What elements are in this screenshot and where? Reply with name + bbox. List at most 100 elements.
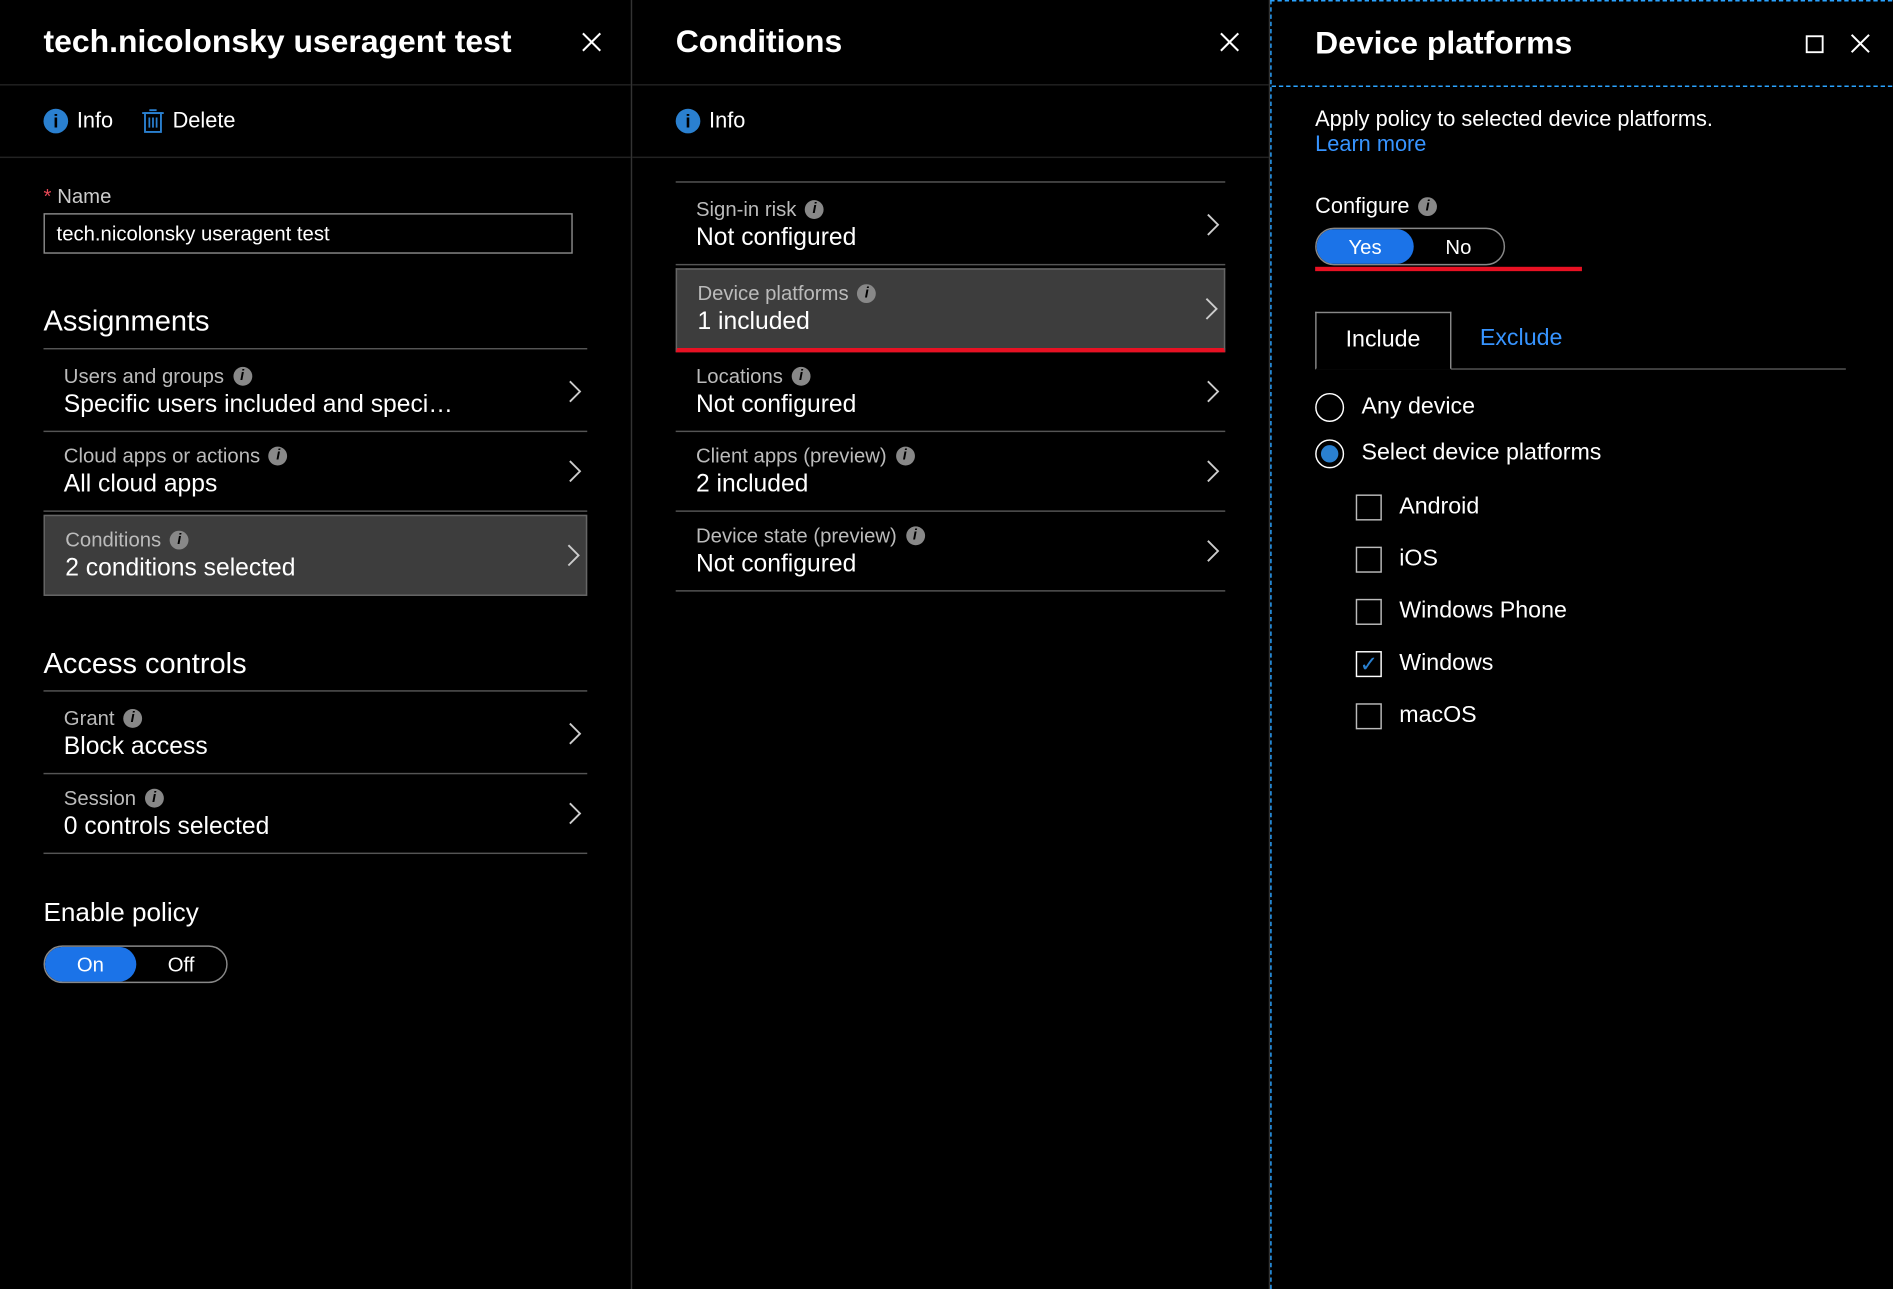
chevron-right-icon <box>1206 380 1219 403</box>
maximize-icon[interactable] <box>1805 34 1824 53</box>
radio-icon <box>1315 393 1344 422</box>
required-asterisk: * <box>44 184 52 207</box>
panel3-title: Device platforms <box>1315 25 1572 63</box>
enable-off[interactable]: Off <box>136 947 227 982</box>
checkbox-windows-phone[interactable]: Windows Phone <box>1356 599 1856 625</box>
nav-label: Locations <box>696 364 783 387</box>
nav-label: Grant <box>64 706 115 729</box>
access-controls-title: Access controls <box>44 648 588 681</box>
radio-any-device[interactable]: Any device <box>1315 393 1856 422</box>
nav-label: Conditions <box>65 528 161 551</box>
configure-toggle[interactable]: Yes No <box>1315 228 1505 266</box>
nav-value: Block access <box>64 732 208 761</box>
learn-more-link[interactable]: Learn more <box>1315 132 1856 157</box>
checkbox-icon <box>1356 547 1382 573</box>
enable-policy-title: Enable policy <box>44 898 588 928</box>
nav-signin-risk[interactable]: Sign-in riski Not configured <box>676 186 1226 266</box>
device-platforms-panel: Device platforms Apply policy to selecte… <box>1270 0 1893 1289</box>
trash-icon <box>142 109 164 134</box>
checkbox-icon <box>1356 703 1382 729</box>
nav-session[interactable]: Session i 0 controls selected <box>44 774 588 854</box>
info-icon: i <box>44 109 69 134</box>
info-icon: i <box>233 366 252 385</box>
info-icon: i <box>1418 197 1437 216</box>
configure-yes[interactable]: Yes <box>1317 229 1414 264</box>
checkbox-icon <box>1356 494 1382 520</box>
tab-exclude[interactable]: Exclude <box>1451 312 1592 369</box>
divider <box>676 181 1226 182</box>
checkbox-icon: ✓ <box>1356 651 1382 677</box>
nav-label: Client apps (preview) <box>696 444 887 467</box>
checkbox-label: Android <box>1399 494 1479 520</box>
enable-policy-toggle[interactable]: On Off <box>44 945 228 983</box>
nav-label: Cloud apps or actions <box>64 444 260 467</box>
nav-locations[interactable]: Locations i Not configured <box>676 352 1226 432</box>
tab-include[interactable]: Include <box>1315 312 1451 370</box>
chevron-right-icon <box>568 802 581 825</box>
nav-value: 2 conditions selected <box>65 554 295 583</box>
close-icon[interactable] <box>1219 32 1239 52</box>
nav-label: Users and groups <box>64 364 224 387</box>
chevron-right-icon <box>1206 460 1219 483</box>
divider <box>44 348 588 349</box>
info-icon: i <box>145 788 164 807</box>
include-exclude-tabs: Include Exclude <box>1315 312 1846 370</box>
conditions-panel: Conditions i Info Sign-in riski Not conf… <box>632 0 1270 1289</box>
nav-value: 0 controls selected <box>64 812 270 841</box>
checkbox-label: Windows <box>1399 651 1493 677</box>
checkbox-ios[interactable]: iOS <box>1356 547 1856 573</box>
panel1-title: tech.nicolonsky useragent test <box>44 23 512 61</box>
info-button[interactable]: i Info <box>44 109 114 134</box>
nav-grant[interactable]: Granti Block access <box>44 695 588 775</box>
configure-no[interactable]: No <box>1414 229 1504 264</box>
delete-button[interactable]: Delete <box>142 109 235 134</box>
chevron-right-icon <box>568 460 581 483</box>
panel2-toolbar: i Info <box>632 86 1269 159</box>
radio-select-platforms[interactable]: Select device platforms <box>1315 439 1856 468</box>
nav-value: All cloud apps <box>64 470 288 499</box>
info-icon: i <box>792 366 811 385</box>
checkbox-label: iOS <box>1399 547 1438 573</box>
checkbox-label: Windows Phone <box>1399 599 1567 625</box>
chevron-right-icon <box>1206 539 1219 562</box>
close-icon[interactable] <box>1850 33 1870 53</box>
info-icon: i <box>895 446 914 465</box>
nav-device-state[interactable]: Device state (preview)i Not configured <box>676 512 1226 592</box>
checkbox-macos[interactable]: macOS <box>1356 703 1856 729</box>
chevron-right-icon <box>568 380 581 403</box>
platform-checklist: Android iOS Windows Phone ✓ Windows <box>1356 494 1856 729</box>
info-icon: i <box>123 708 142 727</box>
checkbox-label: macOS <box>1399 703 1476 729</box>
chevron-right-icon <box>1205 297 1218 320</box>
nav-value: Specific users included and speci… <box>64 390 453 419</box>
info-button[interactable]: i Info <box>676 109 746 134</box>
panel2-title: Conditions <box>676 23 843 61</box>
nav-cloud-apps[interactable]: Cloud apps or actions i All cloud apps <box>44 432 588 512</box>
nav-label: Device platforms <box>697 281 848 304</box>
policy-panel: tech.nicolonsky useragent test i Info De… <box>0 0 632 1289</box>
nav-conditions[interactable]: Conditionsi 2 conditions selected <box>44 515 588 596</box>
nav-device-platforms[interactable]: Device platformsi 1 included <box>676 268 1226 352</box>
nav-users-groups[interactable]: Users and groups i Specific users include… <box>44 352 588 432</box>
enable-on[interactable]: On <box>45 947 136 982</box>
description-text: Apply policy to selected device platform… <box>1315 107 1856 132</box>
radio-icon <box>1315 439 1344 468</box>
delete-label: Delete <box>173 109 236 134</box>
nav-value: Not configured <box>696 390 856 419</box>
divider <box>44 690 588 691</box>
info-icon: i <box>906 526 925 545</box>
panel3-header: Device platforms <box>1272 1 1893 87</box>
nav-label: Session <box>64 786 136 809</box>
checkbox-android[interactable]: Android <box>1356 494 1856 520</box>
checkbox-windows[interactable]: ✓ Windows <box>1356 651 1856 677</box>
panel1-header: tech.nicolonsky useragent test <box>0 0 631 86</box>
nav-value: 1 included <box>697 307 876 336</box>
checkbox-icon <box>1356 599 1382 625</box>
close-icon[interactable] <box>581 32 601 52</box>
chevron-right-icon <box>1206 213 1219 236</box>
info-label: Info <box>77 109 113 134</box>
nav-client-apps[interactable]: Client apps (preview)i 2 included <box>676 432 1226 512</box>
info-icon: i <box>805 199 824 218</box>
name-input[interactable] <box>44 213 573 254</box>
info-icon: i <box>269 446 288 465</box>
